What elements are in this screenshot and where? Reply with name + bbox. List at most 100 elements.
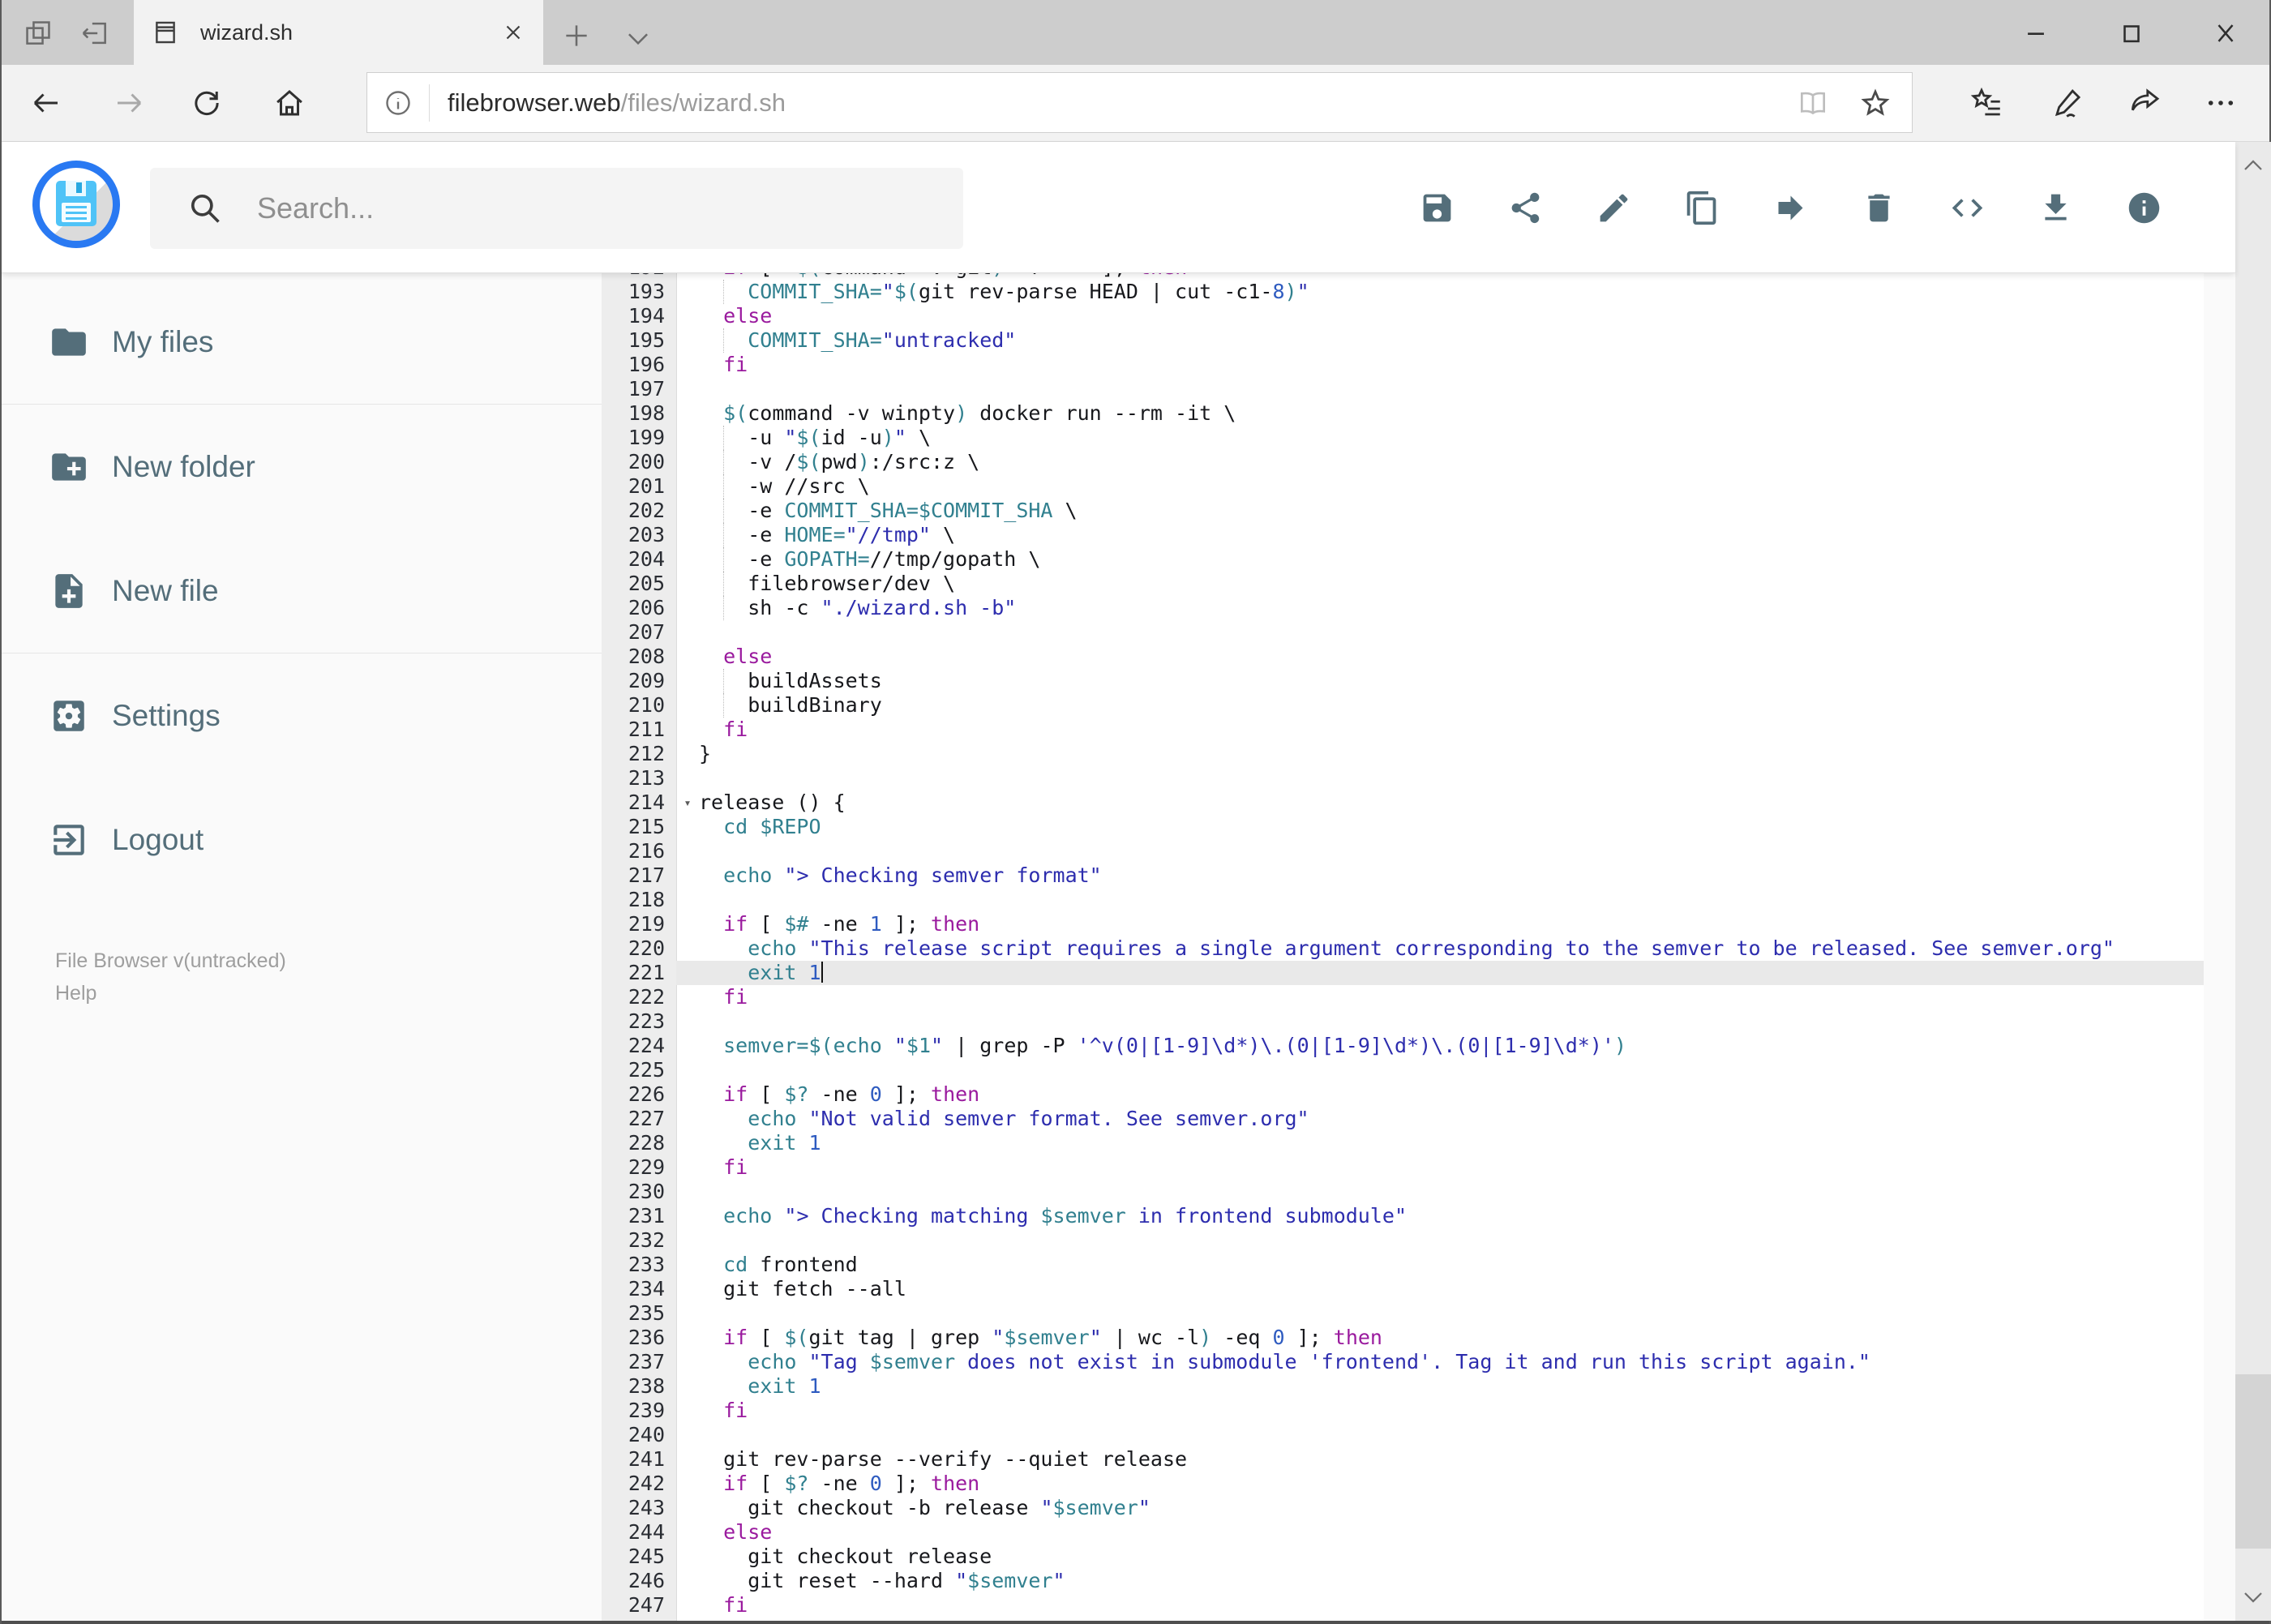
code-line-195[interactable]: 195 COMMIT_SHA="untracked" xyxy=(602,328,2204,353)
forward-icon[interactable] xyxy=(112,86,146,120)
scrollbar-thumb[interactable] xyxy=(2235,1374,2271,1549)
edit-icon[interactable] xyxy=(1596,190,1632,226)
address-bar[interactable]: filebrowser.web/files/wizard.sh xyxy=(366,72,1913,133)
code-line-243[interactable]: 243 git checkout -b release "$semver" xyxy=(602,1496,2204,1520)
code-line-247[interactable]: 247 fi xyxy=(602,1593,2204,1618)
info-circle-icon[interactable] xyxy=(383,88,413,118)
code-line-193[interactable]: 193 COMMIT_SHA="$(git rev-parse HEAD | c… xyxy=(602,280,2204,304)
save-icon[interactable] xyxy=(1419,190,1455,226)
code-line-204[interactable]: 204 -e GOPATH=//tmp/gopath \ xyxy=(602,547,2204,572)
page-scrollbar[interactable] xyxy=(2235,142,2271,1621)
code-icon[interactable] xyxy=(1949,190,1986,226)
refresh-icon[interactable] xyxy=(190,86,224,120)
code-line-240[interactable]: 240 xyxy=(602,1423,2204,1447)
code-line-199[interactable]: 199 -u "$(id -u)" \ xyxy=(602,426,2204,450)
code-line-202[interactable]: 202 -e COMMIT_SHA=$COMMIT_SHA \ xyxy=(602,499,2204,523)
back-icon[interactable] xyxy=(29,86,63,120)
code-line-210[interactable]: 210 buildBinary xyxy=(602,693,2204,718)
sidebar-item-my-files[interactable]: My files xyxy=(2,280,602,404)
code-line-213[interactable]: 213 xyxy=(602,766,2204,791)
code-line-226[interactable]: 226 if [ $? -ne 0 ]; then xyxy=(602,1082,2204,1107)
minimize-icon[interactable] xyxy=(2022,19,2050,47)
code-line-201[interactable]: 201 -w //src \ xyxy=(602,474,2204,499)
code-line-228[interactable]: 228 exit 1 xyxy=(602,1131,2204,1155)
scroll-up-icon[interactable] xyxy=(2241,153,2265,178)
code-line-242[interactable]: 242 if [ $? -ne 0 ]; then xyxy=(602,1472,2204,1496)
code-line-197[interactable]: 197 xyxy=(602,377,2204,401)
tabs-aside-icon[interactable] xyxy=(23,18,54,49)
code-line-225[interactable]: 225 xyxy=(602,1058,2204,1082)
share-node-icon[interactable] xyxy=(1507,190,1544,226)
code-line-219[interactable]: 219 if [ $# -ne 1 ]; then xyxy=(602,912,2204,936)
code-line-221[interactable]: 221 exit 1 xyxy=(602,961,2204,985)
sidebar-item-new-folder[interactable]: New folder xyxy=(2,405,602,529)
code-line-244[interactable]: 244 else xyxy=(602,1520,2204,1545)
code-line-223[interactable]: 223 xyxy=(602,1009,2204,1034)
code-line-214[interactable]: 214 ▾ release () { xyxy=(602,791,2204,815)
code-line-245[interactable]: 245 git checkout release xyxy=(602,1545,2204,1569)
code-line-194[interactable]: 194 else xyxy=(602,304,2204,328)
home-icon[interactable] xyxy=(272,86,306,120)
chevron-down-icon[interactable] xyxy=(623,23,653,54)
scroll-down-icon[interactable] xyxy=(2241,1585,2265,1609)
code-line-230[interactable]: 230 xyxy=(602,1180,2204,1204)
code-line-217[interactable]: 217 echo "> Checking semver format" xyxy=(602,863,2204,888)
code-editor[interactable]: 192 if [ "$(command -v git)" != "" ]; th… xyxy=(602,273,2204,1621)
code-line-209[interactable]: 209 buildAssets xyxy=(602,669,2204,693)
copy-icon[interactable] xyxy=(1684,190,1720,226)
code-line-229[interactable]: 229 fi xyxy=(602,1155,2204,1180)
code-line-238[interactable]: 238 exit 1 xyxy=(602,1374,2204,1399)
code-line-216[interactable]: 216 xyxy=(602,839,2204,863)
code-line-234[interactable]: 234 git fetch --all xyxy=(602,1277,2204,1301)
code-line-203[interactable]: 203 -e HOME="//tmp" \ xyxy=(602,523,2204,547)
close-window-icon[interactable] xyxy=(2212,19,2239,47)
code-line-192[interactable]: 192 if [ "$(command -v git)" != "" ]; th… xyxy=(602,273,2204,280)
hub-icon[interactable] xyxy=(1970,86,2004,120)
help-link[interactable]: Help xyxy=(55,977,286,1009)
code-line-237[interactable]: 237 echo "Tag $semver does not exist in … xyxy=(602,1350,2204,1374)
more-dots-icon[interactable] xyxy=(2204,86,2238,120)
code-line-227[interactable]: 227 echo "Not valid semver format. See s… xyxy=(602,1107,2204,1131)
code-line-208[interactable]: 208 else xyxy=(602,645,2204,669)
code-line-211[interactable]: 211 fi xyxy=(602,718,2204,742)
tab-close-icon[interactable] xyxy=(501,20,525,45)
info-icon[interactable] xyxy=(2126,190,2162,226)
download-icon[interactable] xyxy=(2037,190,2074,226)
code-line-241[interactable]: 241 git rev-parse --verify --quiet relea… xyxy=(602,1447,2204,1472)
code-line-231[interactable]: 231 echo "> Checking matching $semver in… xyxy=(602,1204,2204,1228)
code-line-200[interactable]: 200 -v /$(pwd):/src:z \ xyxy=(602,450,2204,474)
line-number: 223 xyxy=(628,1009,665,1033)
code-line-232[interactable]: 232 xyxy=(602,1228,2204,1253)
code-line-218[interactable]: 218 xyxy=(602,888,2204,912)
code-line-220[interactable]: 220 echo "This release script requires a… xyxy=(602,936,2204,961)
restore-tabs-icon[interactable] xyxy=(79,18,110,49)
sidebar-item-settings[interactable]: Settings xyxy=(2,653,602,778)
search-input[interactable]: Search... xyxy=(150,168,963,249)
favorite-star-icon[interactable] xyxy=(1858,86,1892,120)
code-line-212[interactable]: 212} xyxy=(602,742,2204,766)
code-line-196[interactable]: 196 fi xyxy=(602,353,2204,377)
fold-arrow-icon[interactable]: ▾ xyxy=(676,791,699,815)
maximize-icon[interactable] xyxy=(2118,19,2145,47)
code-line-246[interactable]: 246 git reset --hard "$semver" xyxy=(602,1569,2204,1593)
annotate-pen-icon[interactable] xyxy=(2051,86,2085,120)
move-icon[interactable] xyxy=(1772,190,1809,226)
delete-icon[interactable] xyxy=(1861,190,1897,226)
share-icon[interactable] xyxy=(2129,86,2163,120)
browser-tab[interactable]: wizard.sh xyxy=(134,0,543,65)
code-line-224[interactable]: 224 semver=$(echo "$1" | grep -P '^v(0|[… xyxy=(602,1034,2204,1058)
filebrowser-logo[interactable] xyxy=(32,161,120,248)
sidebar-item-logout[interactable]: Logout xyxy=(2,778,602,902)
code-line-207[interactable]: 207 xyxy=(602,620,2204,645)
code-line-206[interactable]: 206 sh -c "./wizard.sh -b" xyxy=(602,596,2204,620)
code-line-198[interactable]: 198 $(command -v winpty) docker run --rm… xyxy=(602,401,2204,426)
code-line-205[interactable]: 205 filebrowser/dev \ xyxy=(602,572,2204,596)
code-line-233[interactable]: 233 cd frontend xyxy=(602,1253,2204,1277)
sidebar-item-new-file[interactable]: New file xyxy=(2,529,602,653)
code-line-236[interactable]: 236 if [ $(git tag | grep "$semver" | wc… xyxy=(602,1326,2204,1350)
code-line-222[interactable]: 222 fi xyxy=(602,985,2204,1009)
code-line-215[interactable]: 215 cd $REPO xyxy=(602,815,2204,839)
code-line-235[interactable]: 235 xyxy=(602,1301,2204,1326)
code-line-239[interactable]: 239 fi xyxy=(602,1399,2204,1423)
new-tab-icon[interactable] xyxy=(561,20,592,51)
